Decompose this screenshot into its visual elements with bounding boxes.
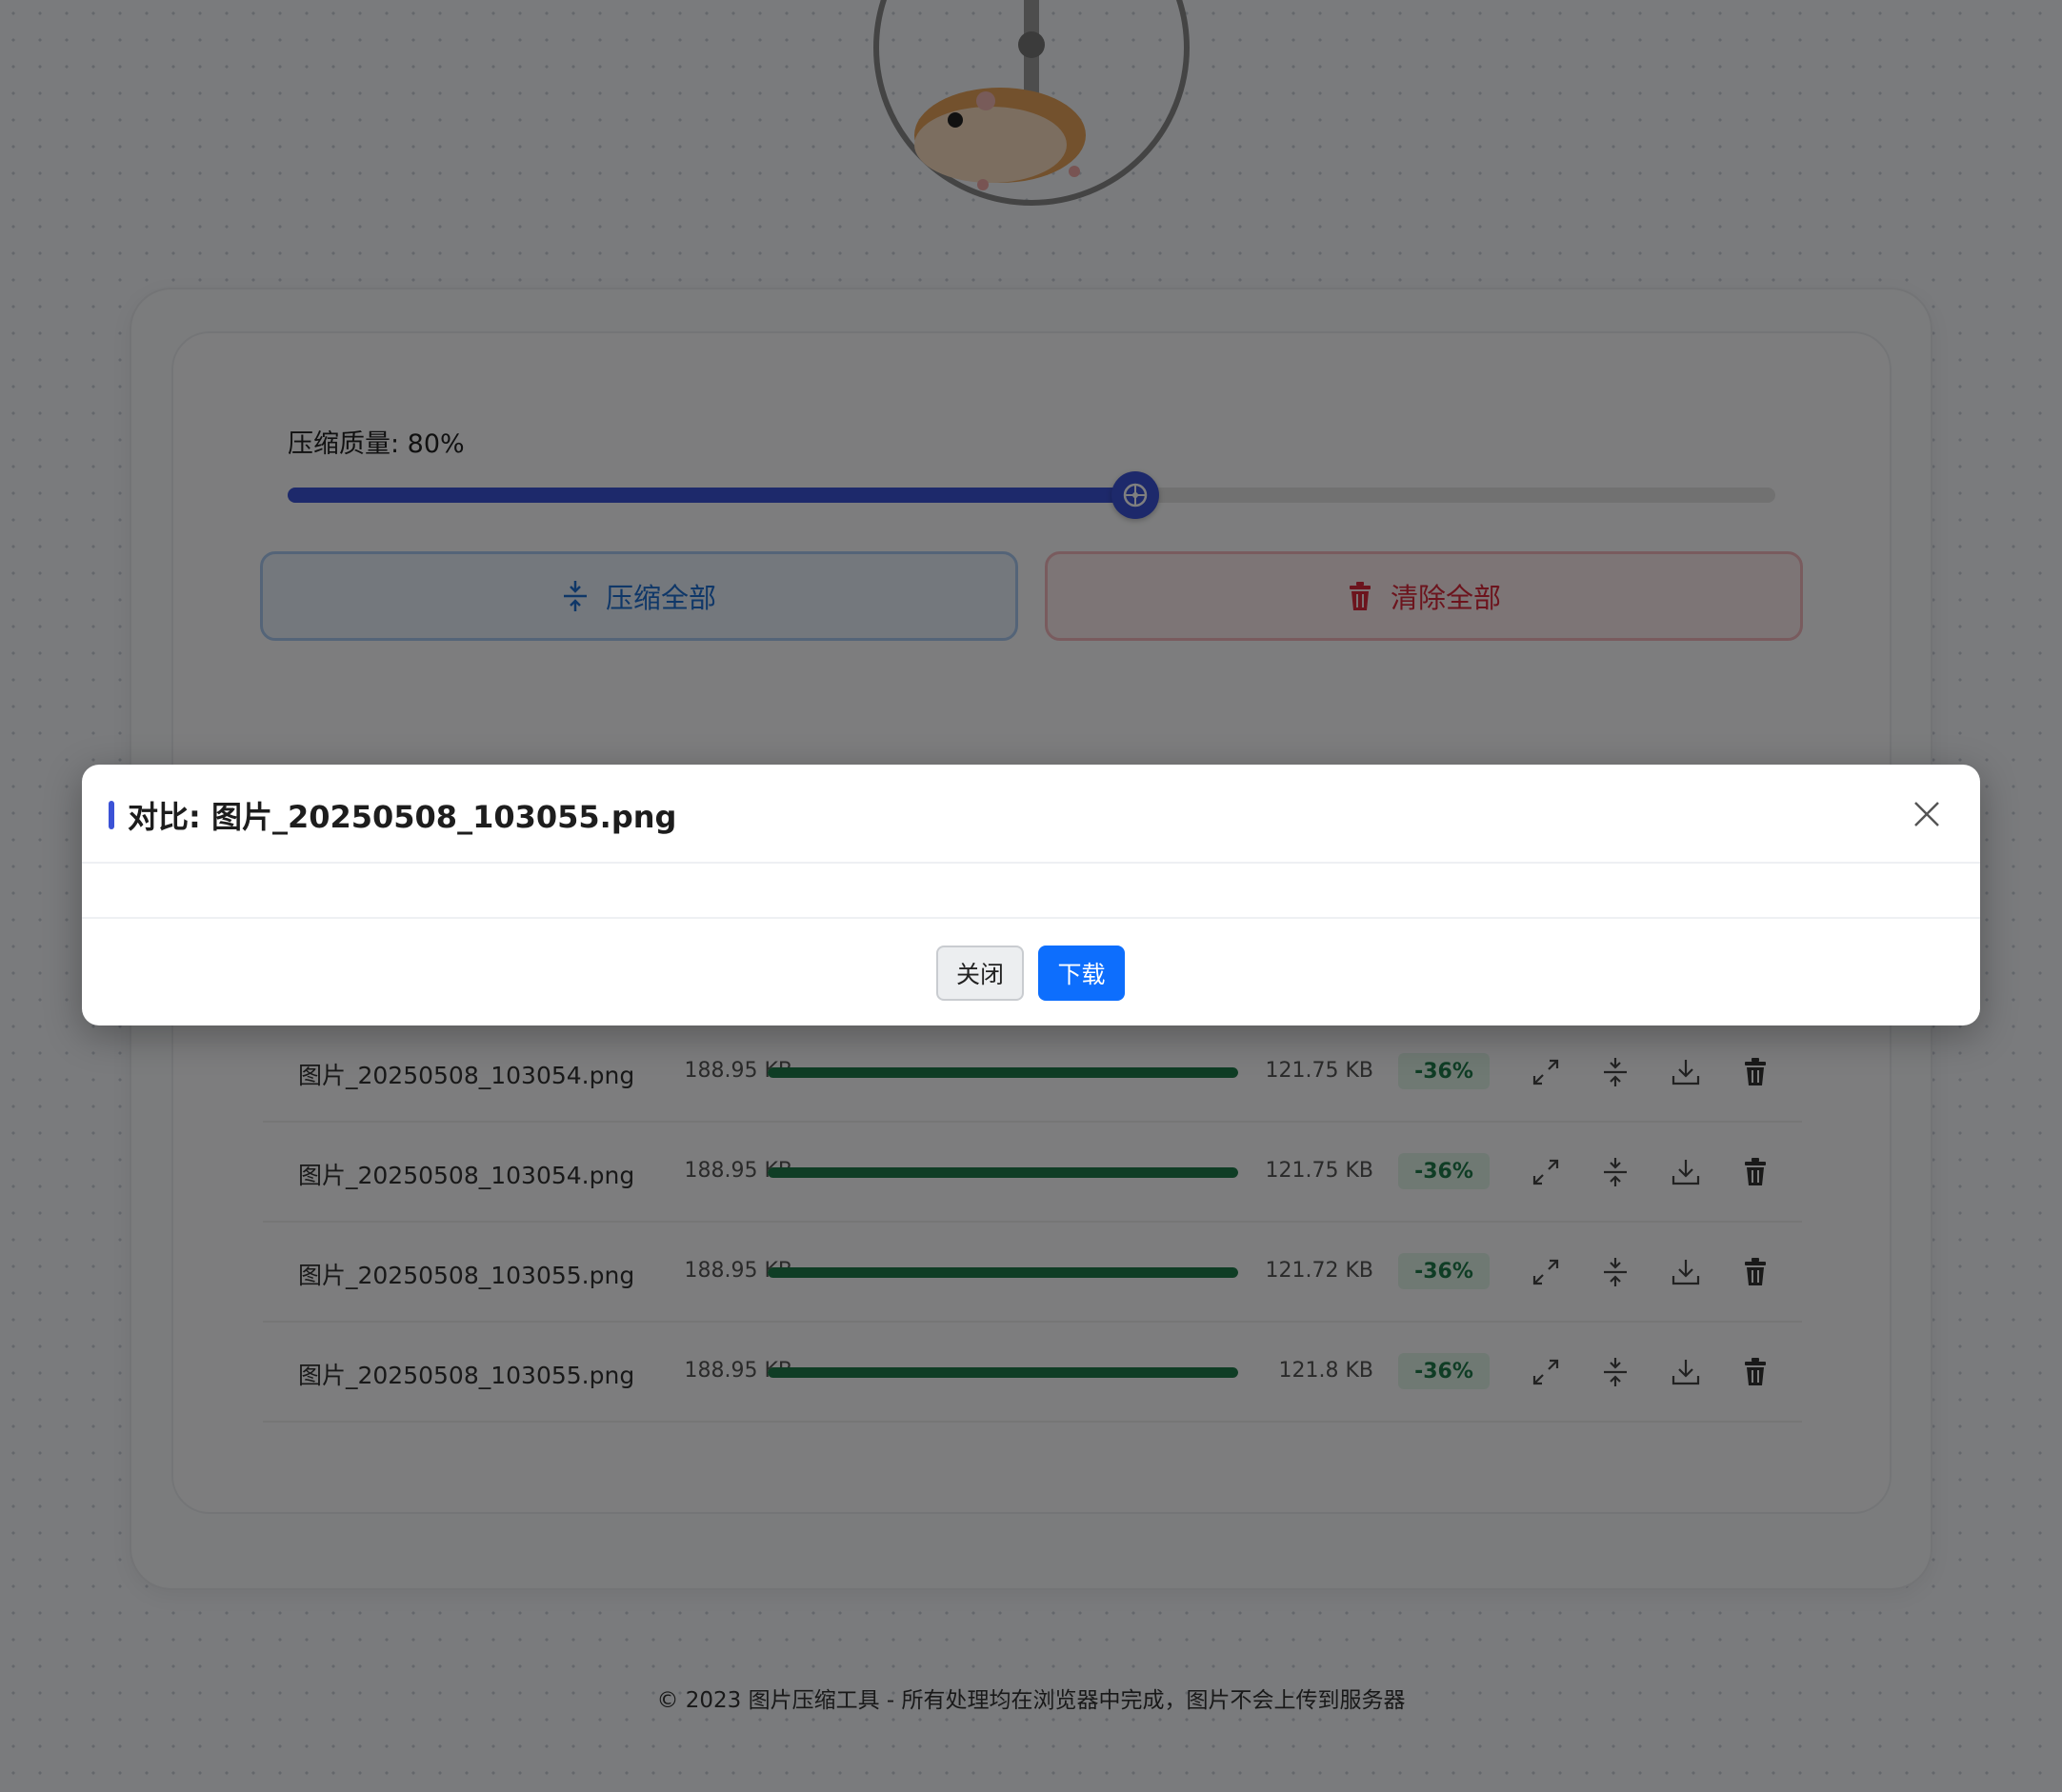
modal-footer: 关闭 下载 (82, 919, 1980, 1025)
close-icon[interactable] (1908, 795, 1946, 833)
download-button[interactable]: 下载 (1038, 946, 1125, 1001)
modal-title: 对比: 图片_20250508_103055.png (128, 799, 677, 835)
app-page: 压缩质量: 80% 压缩全部 清除全部 (0, 0, 2062, 1792)
modal-header: 对比: 图片_20250508_103055.png (82, 765, 1980, 864)
modal-title-accent (109, 801, 114, 829)
compare-modal: 对比: 图片_20250508_103055.png 关闭 下载 (82, 765, 1980, 1025)
close-button[interactable]: 关闭 (936, 946, 1024, 1001)
modal-body (82, 864, 1980, 919)
